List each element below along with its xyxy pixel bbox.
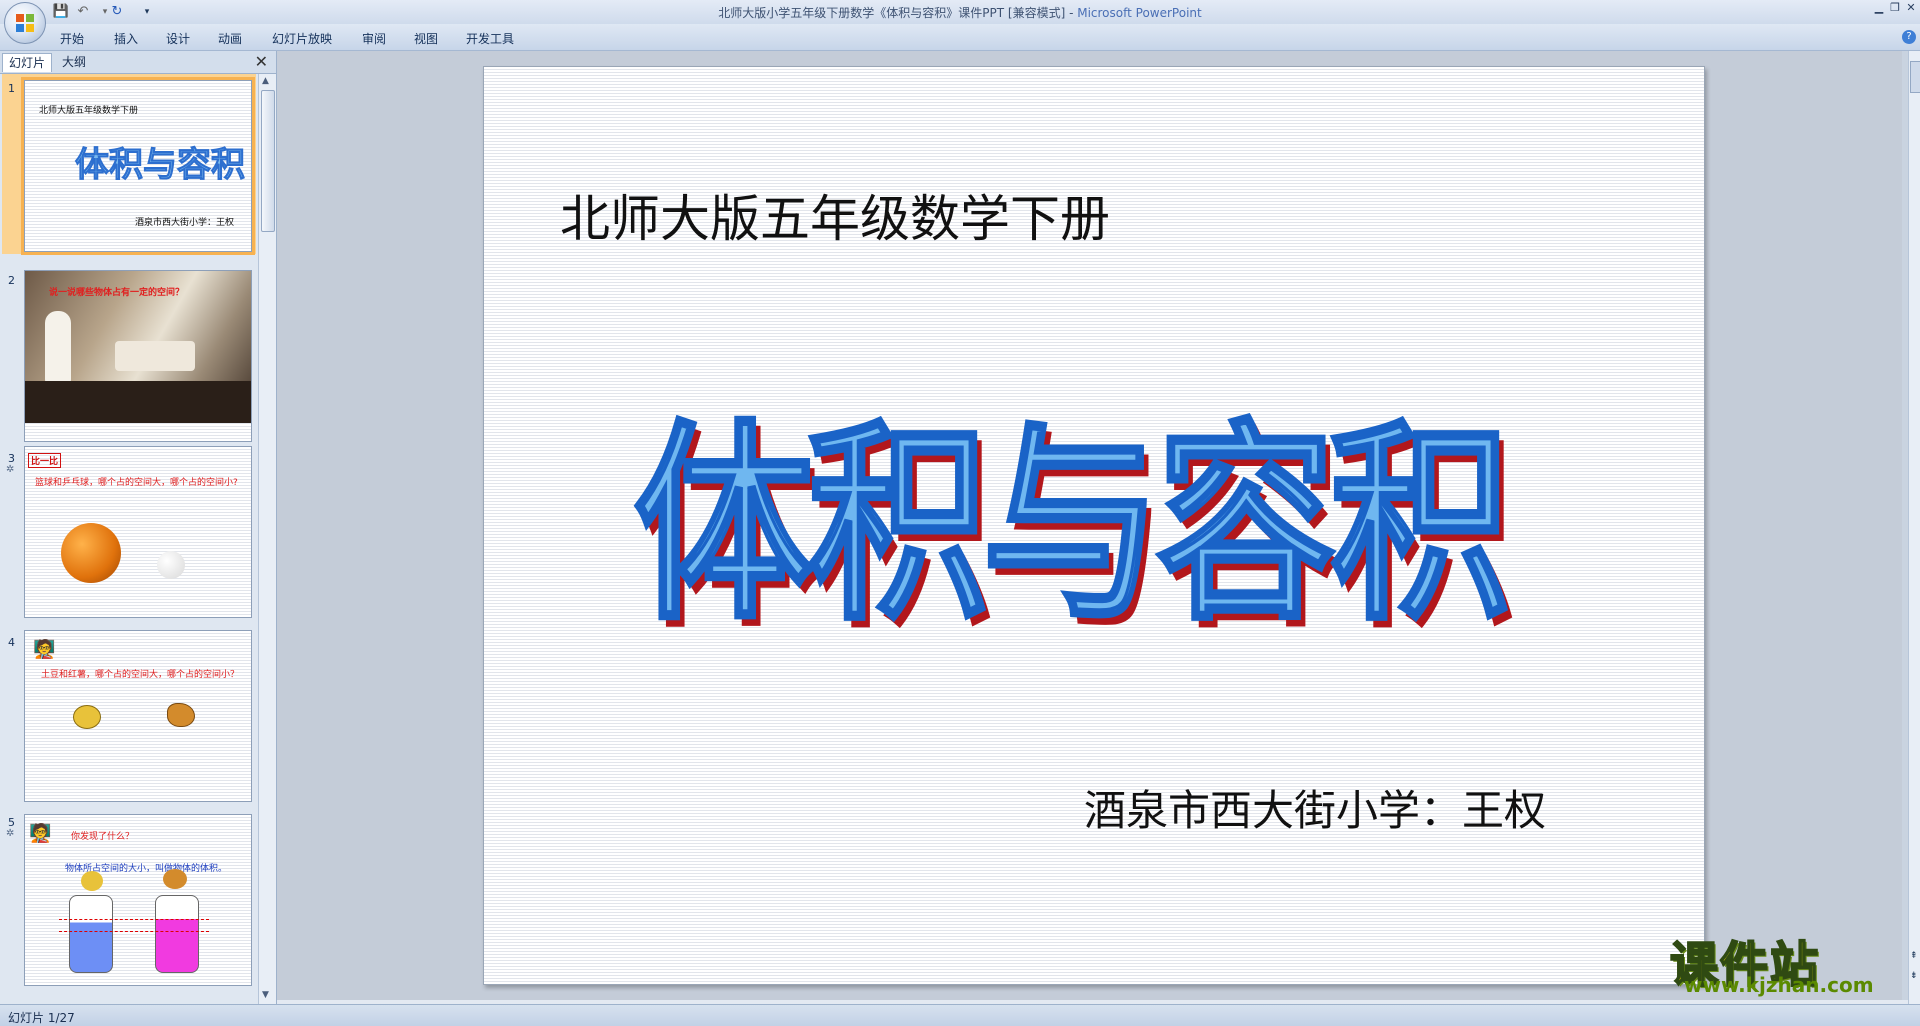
office-logo-icon (16, 14, 34, 32)
slide-counter: 幻灯片 1/27 (8, 1011, 75, 1025)
panel-tabs: 幻灯片 大纲 ✕ (0, 51, 276, 74)
ribbon-tab-bar: 开始 插入 设计 动画 幻灯片放映 审阅 视图 开发工具 (0, 24, 1920, 51)
previous-slide-icon[interactable]: ⇞ (1910, 951, 1918, 961)
tab-design[interactable]: 设计 (166, 30, 190, 47)
tab-outline[interactable]: 大纲 (56, 53, 92, 71)
office-button[interactable] (4, 2, 46, 44)
watermark-logo: 课件站 www.kjzhan.com (1669, 925, 1910, 1000)
window-title-doc: 北师大版小学五年级下册数学《体积与容积》课件PPT [兼容模式] - (718, 6, 1078, 20)
slide-subtitle[interactable]: 北师大版五年级数学下册 (560, 179, 1110, 251)
tab-slideshow[interactable]: 幻灯片放映 (272, 30, 332, 47)
slide-editor: 北师大版五年级数学下册 体积与容积 酒泉市西大街小学：王权 (277, 51, 1902, 1004)
cartoon-icon: 🧑‍🏫 (33, 639, 56, 660)
status-bar: 幻灯片 1/27 (0, 1004, 1920, 1026)
thumb-text: 你发现了什么？ (71, 832, 135, 842)
editor-scrollbar[interactable]: ⇞ ⇟ (1908, 51, 1920, 1004)
tab-slides[interactable]: 幻灯片 (2, 53, 53, 72)
window-title: 北师大版小学五年级下册数学《体积与容积》课件PPT [兼容模式] - Micro… (0, 4, 1920, 21)
scroll-up-icon[interactable]: ▲ (262, 76, 269, 86)
potato-image (73, 705, 101, 729)
water-level-line (59, 919, 209, 920)
potato-image (81, 871, 103, 891)
beaker-pink-image (155, 895, 199, 973)
basketball-image (61, 523, 121, 583)
thumb-title: 体积与容积 (75, 145, 246, 186)
thumb-text: 说一说哪些物体占有一定的空间？ (49, 288, 185, 298)
animation-star-icon: ✲ (6, 828, 15, 839)
thumb-text: 篮球和乒乓球，哪个占的空间大，哪个占的空间小? (35, 478, 238, 488)
tab-home[interactable]: 开始 (60, 30, 84, 47)
slides-panel: 幻灯片 大纲 ✕ 1 北师大版五年级数学下册 体积与容积 酒泉市西大街小学：王权… (0, 51, 277, 1004)
slide-number: 2 (8, 274, 15, 287)
sweet-potato-image (163, 869, 187, 889)
pingpong-image (157, 551, 185, 579)
thumb-text: 土豆和红薯，哪个占的空间大，哪个占的空间小？ (41, 670, 240, 680)
panel-close-icon[interactable]: ✕ (255, 52, 268, 71)
slide-number: 4 (8, 636, 15, 649)
slide-thumbnail-5[interactable]: 🧑‍🏫 你发现了什么？ 物体所占空间的大小，叫做物体的体积。 (24, 814, 252, 986)
thumb-text: 比一比 (28, 453, 62, 468)
thumb-text: 酒泉市西大街小学：王权 (135, 218, 235, 228)
slide-thumbnail-3[interactable]: 比一比 篮球和乒乓球，哪个占的空间大，哪个占的空间小? (24, 446, 252, 618)
tab-animation[interactable]: 动画 (218, 30, 242, 47)
slide-thumbnail-1[interactable]: 北师大版五年级数学下册 体积与容积 酒泉市西大街小学：王权 (24, 80, 252, 252)
slide-author[interactable]: 酒泉市西大街小学：王权 (1084, 777, 1546, 838)
panel-scrollbar[interactable]: ▲ ▼ (258, 74, 276, 1004)
thumbnail-list: 1 北师大版五年级数学下册 体积与容积 酒泉市西大街小学：王权 2 说一说哪些物… (0, 74, 258, 1004)
watermark-url: www.kjzhan.com (1684, 973, 1874, 997)
tab-review[interactable]: 审阅 (362, 30, 386, 47)
title-bar: 💾 ↶ ▾ ↻ ▾ 北师大版小学五年级下册数学《体积与容积》课件PPT [兼容模… (0, 0, 1920, 24)
window-title-app: Microsoft PowerPoint (1077, 6, 1202, 20)
slide-thumbnail-2[interactable]: 说一说哪些物体占有一定的空间？ (24, 270, 252, 442)
next-slide-icon[interactable]: ⇟ (1910, 971, 1918, 981)
tab-view[interactable]: 视图 (414, 30, 438, 47)
thumb-text: 北师大版五年级数学下册 (39, 106, 139, 116)
slide-thumbnail-4[interactable]: 🧑‍🏫 土豆和红薯，哪个占的空间大，哪个占的空间小？ (24, 630, 252, 802)
scroll-thumb[interactable] (261, 90, 275, 232)
tab-insert[interactable]: 插入 (114, 30, 138, 47)
scroll-thumb[interactable] (1910, 61, 1920, 93)
help-icon[interactable]: ? (1902, 30, 1916, 44)
tab-developer[interactable]: 开发工具 (466, 30, 514, 47)
beaker-blue-image (69, 895, 113, 973)
cartoon-icon: 🧑‍🏫 (29, 823, 52, 844)
sweet-potato-image (167, 703, 195, 727)
slide-title[interactable]: 体积与容积 (484, 352, 1654, 660)
close-icon[interactable]: ✕ (1900, 0, 1920, 18)
slide-number: 1 (8, 82, 15, 95)
scroll-down-icon[interactable]: ▼ (262, 990, 269, 1000)
water-level-line (59, 931, 209, 932)
current-slide[interactable]: 北师大版五年级数学下册 体积与容积 酒泉市西大街小学：王权 (483, 66, 1705, 985)
animation-star-icon: ✲ (6, 464, 15, 475)
